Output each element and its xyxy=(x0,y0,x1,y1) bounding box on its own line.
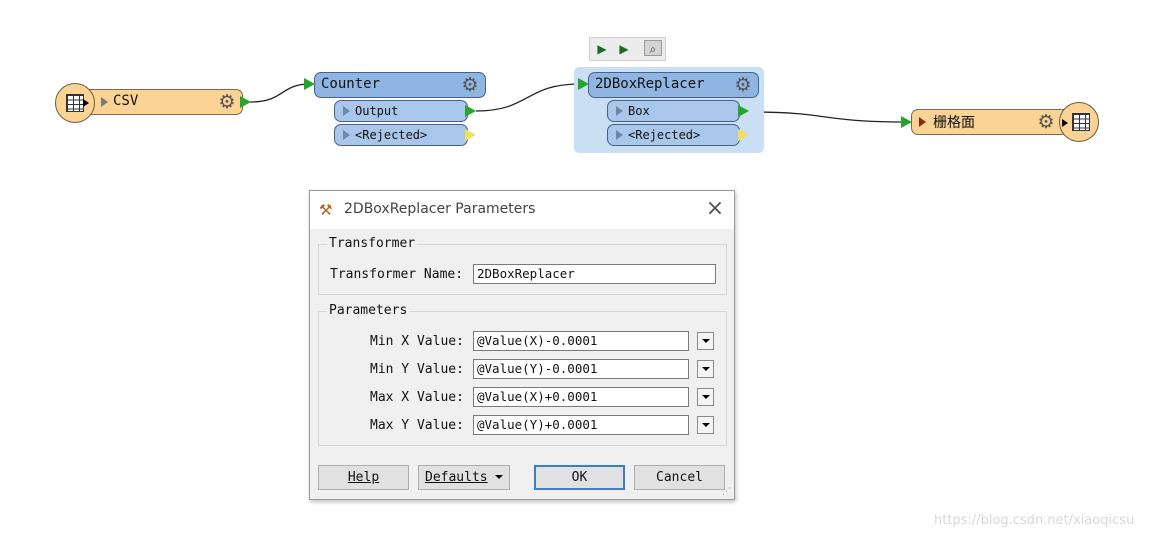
boxreplacer-label: 2DBoxReplacer xyxy=(595,76,705,92)
boxreplacer-header[interactable]: 2DBoxReplacer ⚙ xyxy=(588,72,759,98)
parameters-group: Parameters Min X Value: @Value(X)-0.0001… xyxy=(318,303,727,446)
max-x-label: Max X Value: xyxy=(370,390,464,405)
defaults-button[interactable]: Defaults xyxy=(418,465,510,490)
min-x-input[interactable]: @Value(X)-0.0001 xyxy=(473,331,689,351)
max-y-input[interactable]: @Value(Y)+0.0001 xyxy=(473,415,689,435)
group-title: Parameters xyxy=(327,303,410,318)
chevron-down-icon xyxy=(495,475,503,479)
transformer-name-input[interactable]: 2DBoxReplacer xyxy=(473,264,716,284)
wire-csv-to-counter xyxy=(249,83,311,103)
node-mini-toolbar: ▶ ▶ ⌕ xyxy=(589,37,666,61)
csv-reader-circle[interactable] xyxy=(55,83,95,123)
port-label: <Rejected> xyxy=(628,128,701,142)
expand-icon[interactable] xyxy=(616,130,623,140)
port-label: Box xyxy=(628,104,650,118)
transformer-group: Transformer Transformer Name: 2DBoxRepla… xyxy=(318,236,727,295)
output-port-icon[interactable] xyxy=(240,96,251,108)
expand-icon[interactable] xyxy=(616,106,623,116)
dialog-titlebar[interactable]: ⚒ 2DBoxReplacer Parameters × xyxy=(310,191,734,229)
writer-label: 栅格面 xyxy=(933,115,975,131)
defaults-label: Defaults xyxy=(425,470,488,485)
port-label: <Rejected> xyxy=(355,128,428,142)
gear-icon[interactable]: ⚙ xyxy=(217,92,237,112)
cancel-button[interactable]: Cancel xyxy=(634,465,725,490)
writer-circle[interactable] xyxy=(1059,102,1099,142)
min-x-label: Min X Value: xyxy=(370,334,464,349)
group-title: Transformer xyxy=(327,236,418,251)
close-icon[interactable]: × xyxy=(702,196,728,222)
gear-icon[interactable]: ⚙ xyxy=(733,75,753,95)
min-y-dropdown-button[interactable] xyxy=(697,360,714,378)
boxreplacer-box-port[interactable]: Box xyxy=(607,100,740,122)
expand-icon[interactable] xyxy=(343,130,350,140)
parameters-dialog: ⚒ 2DBoxReplacer Parameters × Transformer… xyxy=(309,190,735,500)
gear-icon[interactable]: ⚙ xyxy=(460,75,480,95)
table-icon xyxy=(1072,113,1090,131)
run-from-here-icon[interactable]: ▶ xyxy=(615,41,633,57)
gear-icon[interactable]: ⚙ xyxy=(1036,112,1056,132)
dialog-title: 2DBoxReplacer Parameters xyxy=(344,201,536,217)
table-icon xyxy=(66,94,84,112)
rejected-port-icon[interactable] xyxy=(465,129,476,141)
max-y-label: Max Y Value: xyxy=(370,418,464,433)
wire-counter-to-boxreplacer xyxy=(475,83,581,112)
min-y-input[interactable]: @Value(Y)-0.0001 xyxy=(473,359,689,379)
rejected-port-icon[interactable] xyxy=(738,129,749,141)
counter-header[interactable]: Counter ⚙ xyxy=(314,72,486,98)
transformer-tools-icon: ⚒ xyxy=(319,201,333,219)
output-port-icon[interactable] xyxy=(465,105,476,117)
max-x-input[interactable]: @Value(X)+0.0001 xyxy=(473,387,689,407)
wire-boxreplacer-to-writer xyxy=(749,111,906,123)
expand-icon[interactable] xyxy=(343,106,350,116)
transformer-name-label: Transformer Name: xyxy=(330,267,464,282)
counter-rejected-port[interactable]: <Rejected> xyxy=(334,124,468,146)
port-label: Output xyxy=(355,104,399,118)
inspect-icon[interactable]: ⌕ xyxy=(644,40,662,56)
min-y-label: Min Y Value: xyxy=(370,362,464,377)
output-port-icon[interactable] xyxy=(738,105,749,117)
ok-button[interactable]: OK xyxy=(534,465,625,490)
counter-output-port[interactable]: Output xyxy=(334,100,468,122)
input-arrow-icon xyxy=(1062,119,1068,127)
counter-label: Counter xyxy=(321,76,381,92)
expand-icon[interactable] xyxy=(101,97,108,107)
min-x-dropdown-button[interactable] xyxy=(697,332,714,350)
resize-grip-icon[interactable]: ⋰ xyxy=(722,487,732,497)
run-to-here-icon[interactable]: ▶ xyxy=(593,41,611,57)
max-y-dropdown-button[interactable] xyxy=(697,416,714,434)
boxreplacer-rejected-port[interactable]: <Rejected> xyxy=(607,124,740,146)
expand-icon[interactable] xyxy=(919,117,926,127)
max-x-dropdown-button[interactable] xyxy=(697,388,714,406)
watermark: https://blog.csdn.net/xiaoqicsu xyxy=(934,513,1135,528)
output-arrow-icon xyxy=(83,99,89,107)
csv-reader-label: CSV xyxy=(113,93,139,109)
help-button[interactable]: Help xyxy=(318,465,409,490)
